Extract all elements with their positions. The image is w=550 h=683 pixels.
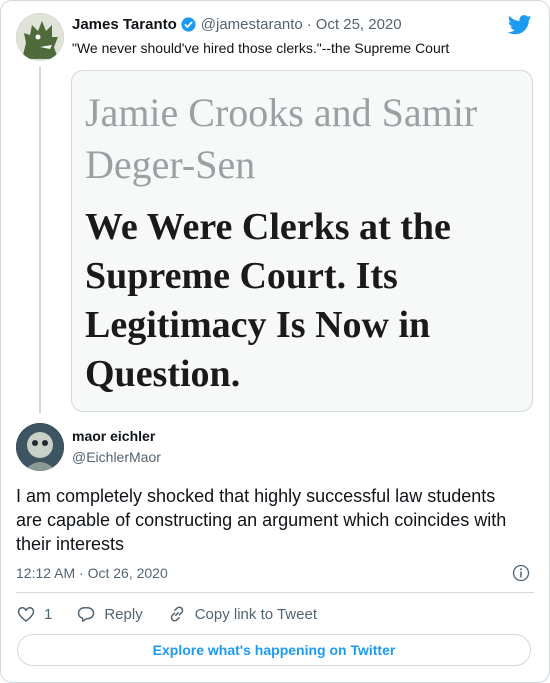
heart-icon [17, 607, 35, 622]
tweet-actions-bar: 1 Reply Copy link to Tweet [16, 603, 341, 625]
quoted-tweet-date[interactable]: Oct 25, 2020 [316, 16, 402, 33]
reply-author-handle[interactable]: @EichlerMaor [72, 449, 161, 465]
quoted-tweet-header: James Taranto @jamestaranto · Oct 25, 20… [72, 16, 402, 33]
like-count: 1 [44, 605, 53, 623]
copy-link-label: Copy link to Tweet [194, 605, 317, 623]
reply-bubble-icon [78, 607, 95, 622]
reply-label: Reply [104, 605, 143, 623]
james-taranto-avatar[interactable] [16, 13, 64, 61]
article-image-card[interactable]: Jamie Crooks and Samir Deger-Sen We Were… [71, 70, 533, 412]
link-icon [170, 606, 183, 622]
quoted-author-handle[interactable]: @jamestaranto [201, 16, 303, 33]
info-icon[interactable] [512, 564, 530, 582]
tweet-timestamp[interactable]: 12:12 AM · Oct 26, 2020 [16, 565, 168, 581]
article-headline: We Were Clerks at the Supreme Court. Its… [85, 206, 451, 395]
dot-separator: · [306, 16, 312, 33]
quoted-author-name[interactable]: James Taranto [72, 16, 177, 33]
twitter-bird-icon[interactable] [508, 14, 532, 36]
explore-twitter-button[interactable]: Explore what's happening on Twitter [17, 634, 531, 666]
thread-connector-line [39, 66, 41, 413]
quoted-tweet-text: "We never should've hired those clerks."… [72, 40, 450, 56]
reply-button[interactable]: Reply [76, 604, 143, 624]
like-button[interactable]: 1 [16, 604, 52, 624]
reply-tweet-text: I am completely shocked that highly succ… [16, 486, 507, 554]
maor-eichler-avatar[interactable] [16, 423, 64, 471]
copy-link-button[interactable]: Copy link to Tweet [167, 604, 317, 624]
article-authors: Jamie Crooks and Samir Deger-Sen [85, 90, 478, 187]
actions-divider [16, 592, 534, 593]
verified-badge-icon [181, 17, 196, 32]
reply-author-name[interactable]: maor eichler [72, 428, 155, 444]
